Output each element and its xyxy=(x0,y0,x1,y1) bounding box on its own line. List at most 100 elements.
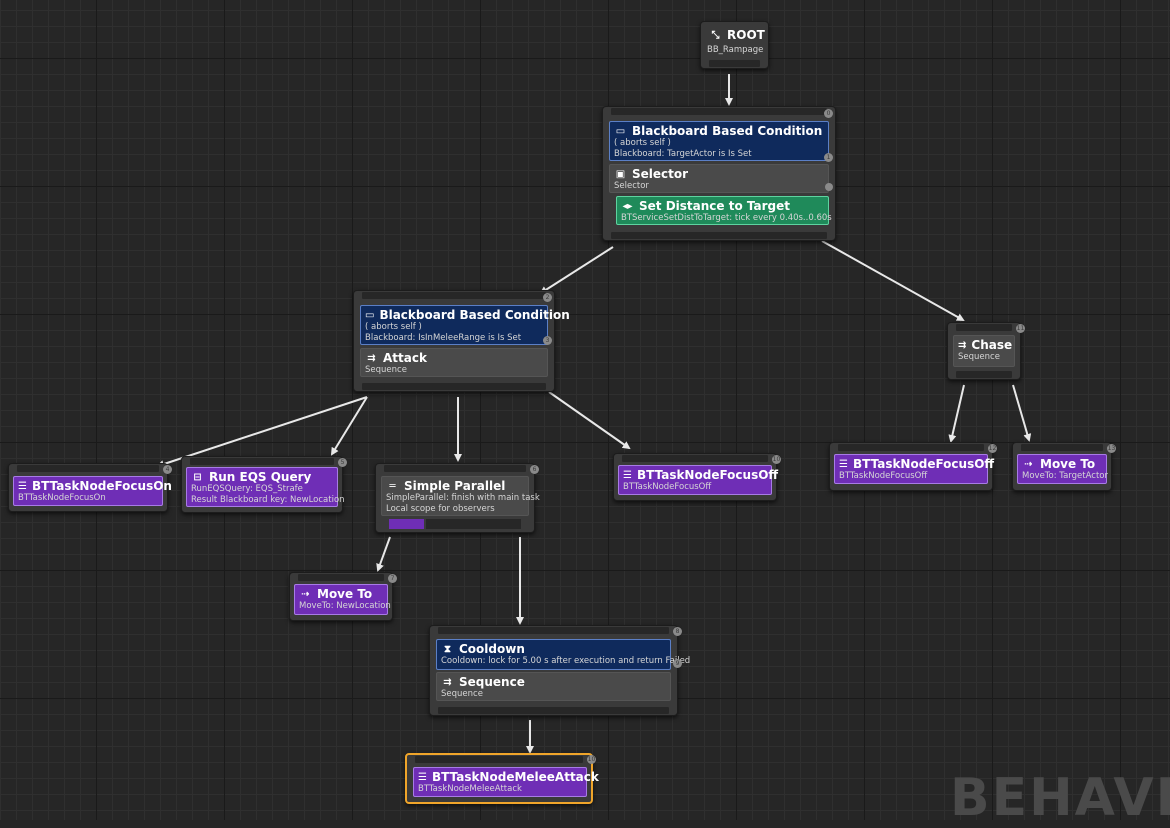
focus-off-1-title: BTTaskNodeFocusOff xyxy=(636,468,779,482)
behavior-tree-watermark: BEHAVIO xyxy=(950,768,1170,828)
cooldown-decorator-index: 9 xyxy=(673,659,682,668)
selector-composite[interactable]: ▣ Selector Selector xyxy=(609,164,829,193)
selector-decorator[interactable]: ▭ Blackboard Based Condition ( aborts sel… xyxy=(609,121,829,161)
sequence-icon: ⇉ xyxy=(958,339,967,351)
cooldown-composite-title: Sequence xyxy=(459,675,525,689)
cooldown-decorator[interactable]: ⧗ Cooldown Cooldown: lock for 5.00 s afte… xyxy=(436,639,691,670)
service-icon: ◂▸ xyxy=(622,200,633,212)
selector-node[interactable]: 0 ▭ Blackboard Based Condition ( aborts s… xyxy=(602,106,836,241)
focus-off-2-title: BTTaskNodeFocusOff xyxy=(852,457,995,471)
focus-off-2-input-pin[interactable] xyxy=(838,444,984,451)
attack-decorator-line2: Blackboard: IsInMeleeRange is Is Set xyxy=(365,333,522,343)
wire-chase-moveto xyxy=(1012,384,1032,442)
chase-node[interactable]: 11 ⇉ Chase Sequence xyxy=(947,322,1025,380)
simple-parallel-title: Simple Parallel xyxy=(404,479,506,493)
move-to-new-task[interactable]: ⇢ Move To MoveTo: NewLocation xyxy=(294,584,391,615)
cooldown-composite[interactable]: ⇉ Sequence Sequence xyxy=(436,672,671,701)
attack-decorator-index: 3 xyxy=(543,336,552,345)
chase-composite[interactable]: ⇉ Chase Sequence xyxy=(953,335,1015,367)
attack-composite-subtitle: Sequence xyxy=(365,365,407,375)
focus-off-1-task[interactable]: ☰ BTTaskNodeFocusOff BTTaskNodeFocusOff xyxy=(618,465,778,495)
move-to-new-input-pin[interactable] xyxy=(298,574,384,581)
root-title: ROOT xyxy=(727,28,765,42)
simple-parallel-input-pin[interactable] xyxy=(384,465,526,472)
selector-input-pin[interactable] xyxy=(611,108,827,115)
move-icon: ⇢ xyxy=(1024,458,1033,470)
wire-chase-focusoff xyxy=(948,384,965,443)
cooldown-composite-subtitle: Sequence xyxy=(441,689,483,699)
focus-off-1-input-pin[interactable] xyxy=(622,455,768,462)
chase-title: Chase xyxy=(971,338,1013,352)
task-icon: ☰ xyxy=(623,469,632,481)
cooldown-line1: Cooldown: lock for 5.00 s after executio… xyxy=(441,656,691,666)
task-icon: ☰ xyxy=(839,458,848,470)
attack-decorator-line1: ( aborts self ) xyxy=(365,322,422,332)
move-to-target-subtitle: MoveTo: TargetActor xyxy=(1022,471,1108,481)
melee-attack-index-badge: 10 xyxy=(587,755,596,764)
run-eqs-task[interactable]: ⊟ Run EQS Query RunEQSQuery: EQS_Strafe R… xyxy=(186,467,345,507)
run-eqs-index-badge: 5 xyxy=(338,458,347,467)
eqs-icon: ⊟ xyxy=(193,471,202,483)
focus-on-subtitle: BTTaskNodeFocusOn xyxy=(18,493,106,503)
wire-selector-attack xyxy=(539,246,614,295)
cooldown-output-pin[interactable] xyxy=(438,707,669,714)
chase-index-badge: 11 xyxy=(1016,324,1025,333)
cooldown-index-badge: 8 xyxy=(673,627,682,636)
root-node[interactable]: ⤡ ROOT BB_Rampage xyxy=(700,21,769,69)
simple-parallel-composite[interactable]: ═ Simple Parallel SimpleParallel: finish … xyxy=(381,476,540,516)
focus-on-task-node[interactable]: 4 ☰ BTTaskNodeFocusOn BTTaskNodeFocusOn xyxy=(8,463,172,512)
move-icon: ⇢ xyxy=(301,588,310,600)
melee-attack-task-node[interactable]: 10 ☰ BTTaskNodeMeleeAttack BTTaskNodeMele… xyxy=(405,753,599,804)
move-to-target-input-pin[interactable] xyxy=(1021,444,1103,451)
selector-service[interactable]: ◂▸ Set Distance to Target BTServiceSetDis… xyxy=(616,196,832,225)
run-eqs-task-node[interactable]: 5 ⊟ Run EQS Query RunEQSQuery: EQS_Strafe… xyxy=(181,456,347,513)
wire-attack-eqs xyxy=(330,396,368,456)
melee-attack-input-pin[interactable] xyxy=(415,756,583,763)
root-icon: ⤡ xyxy=(711,29,720,41)
root-output-pin[interactable] xyxy=(709,60,760,67)
selector-output-pin[interactable] xyxy=(611,232,827,239)
simple-parallel-line1: SimpleParallel: finish with main task xyxy=(386,493,540,503)
cooldown-input-pin[interactable] xyxy=(438,627,669,634)
attack-input-pin[interactable] xyxy=(362,292,546,299)
selector-composite-title: Selector xyxy=(632,167,689,181)
focus-off-task-node-2[interactable]: 12 ☰ BTTaskNodeFocusOff BTTaskNodeFocusOf… xyxy=(829,442,997,491)
background-task-pin[interactable] xyxy=(426,519,521,529)
melee-attack-subtitle: BTTaskNodeMeleeAttack xyxy=(418,784,522,794)
main-task-pin[interactable] xyxy=(389,519,424,529)
attack-decorator-title: Blackboard Based Condition xyxy=(379,308,570,322)
attack-node[interactable]: 2 ▭ Blackboard Based Condition ( aborts s… xyxy=(353,290,570,392)
chase-input-pin[interactable] xyxy=(956,324,1012,331)
simple-parallel-line2: Local scope for observers xyxy=(386,504,495,514)
attack-index-badge: 2 xyxy=(543,293,552,302)
parallel-icon: ═ xyxy=(389,480,396,492)
selector-service-subtitle: BTServiceSetDistToTarget: tick every 0.4… xyxy=(621,213,832,223)
focus-on-input-pin[interactable] xyxy=(17,465,159,472)
focus-off-task-node-1[interactable]: 10 ☰ BTTaskNodeFocusOff BTTaskNodeFocusOf… xyxy=(613,453,781,501)
move-to-target-task[interactable]: ⇢ Move To MoveTo: TargetActor xyxy=(1017,454,1108,484)
chase-output-pin[interactable] xyxy=(956,371,1012,378)
blackboard-icon: ▭ xyxy=(615,125,626,137)
focus-off-2-task[interactable]: ☰ BTTaskNodeFocusOff BTTaskNodeFocusOff xyxy=(834,454,994,484)
root-subtitle: BB_Rampage xyxy=(707,45,764,55)
move-to-new-location-node[interactable]: 7 ⇢ Move To MoveTo: NewLocation xyxy=(289,572,397,621)
chase-subtitle: Sequence xyxy=(958,352,1000,362)
move-to-target-node[interactable]: 13 ⇢ Move To MoveTo: TargetActor xyxy=(1012,442,1116,491)
simple-parallel-node[interactable]: 6 ═ Simple Parallel SimpleParallel: finis… xyxy=(375,463,540,533)
run-eqs-input-pin[interactable] xyxy=(190,458,334,465)
task-icon: ☰ xyxy=(18,480,27,492)
hourglass-icon: ⧗ xyxy=(443,643,452,655)
attack-output-pin[interactable] xyxy=(362,383,546,390)
selector-service-title: Set Distance to Target xyxy=(639,199,790,213)
focus-on-task[interactable]: ☰ BTTaskNodeFocusOn BTTaskNodeFocusOn xyxy=(13,476,172,506)
selector-decorator-line2: Blackboard: TargetActor is Is Set xyxy=(614,149,752,159)
attack-decorator[interactable]: ▭ Blackboard Based Condition ( aborts sel… xyxy=(360,305,570,345)
melee-attack-task[interactable]: ☰ BTTaskNodeMeleeAttack BTTaskNodeMeleeAt… xyxy=(413,767,599,797)
selector-dot xyxy=(825,183,833,191)
cooldown-sequence-node[interactable]: 8 ⧗ Cooldown Cooldown: lock for 5.00 s af… xyxy=(429,625,691,716)
run-eqs-title: Run EQS Query xyxy=(209,470,312,484)
move-to-new-subtitle: MoveTo: NewLocation xyxy=(299,601,391,611)
blackboard-icon: ▭ xyxy=(365,309,375,321)
attack-composite[interactable]: ⇉ Attack Sequence xyxy=(360,348,548,377)
focus-off-1-subtitle: BTTaskNodeFocusOff xyxy=(623,482,712,492)
